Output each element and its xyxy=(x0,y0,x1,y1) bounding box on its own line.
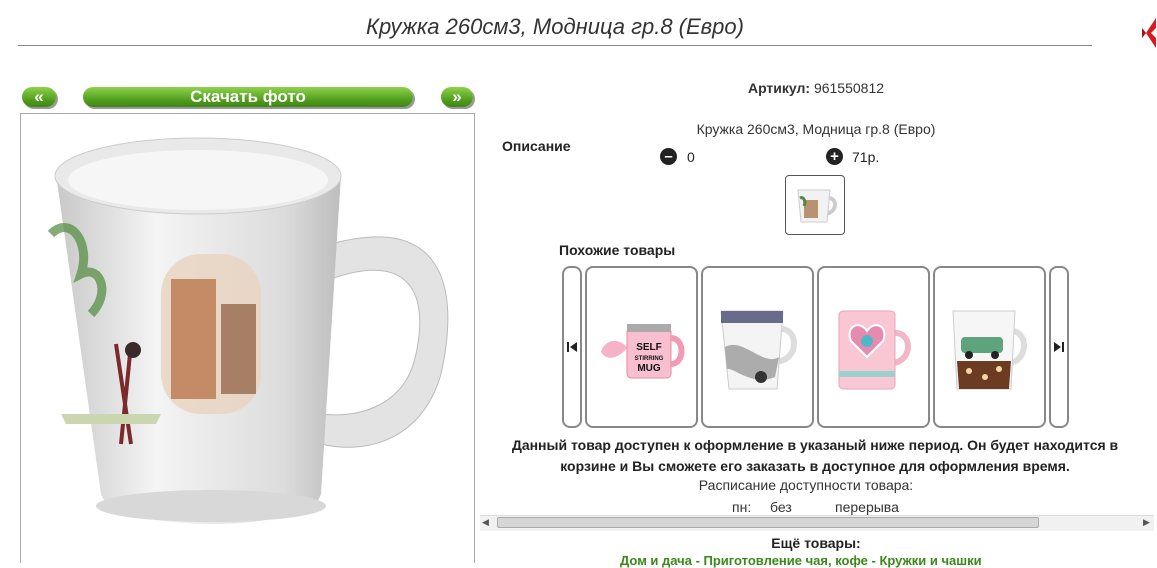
similar-card-heart-mug[interactable] xyxy=(817,266,930,428)
mug-print-text: SELF xyxy=(636,342,662,353)
minus-circle-icon[interactable]: – xyxy=(660,148,677,165)
more-products-title: Ещё товары: xyxy=(771,535,861,551)
schedule-to: перерыва xyxy=(835,499,899,515)
product-photo xyxy=(20,113,475,563)
schedule-title: Расписание доступности товара: xyxy=(698,477,914,493)
scrollbar-thumb[interactable] xyxy=(497,517,1039,528)
next-photo-button[interactable]: » xyxy=(441,87,473,107)
plus-circle-icon[interactable]: + xyxy=(826,148,843,165)
svg-text:MUG: MUG xyxy=(637,363,661,374)
quantity-stepper: – 0 xyxy=(660,148,695,165)
similar-card-car-mug[interactable] xyxy=(933,266,1046,428)
quantity-value: 0 xyxy=(687,148,695,165)
similar-card-fashion-mug[interactable] xyxy=(701,266,814,428)
product-thumbnail[interactable] xyxy=(785,175,845,235)
svg-text:STIRRING: STIRRING xyxy=(634,356,663,362)
schedule-day: пн: xyxy=(732,499,752,515)
scroll-right-icon[interactable]: ▶ xyxy=(1143,517,1150,528)
scroll-left-icon[interactable]: ◀ xyxy=(482,517,489,528)
notice-line-1: Данный товар доступен к оформление в ука… xyxy=(511,437,1119,453)
article-value: 961550812 xyxy=(813,80,885,96)
diamond-icon[interactable] xyxy=(1142,18,1156,48)
description-label: Описание xyxy=(502,138,571,154)
price-value: 71р. xyxy=(852,148,880,165)
first-arrow-icon[interactable] xyxy=(562,266,582,428)
download-photo-button[interactable]: Скачать фото xyxy=(83,87,413,107)
article-line: Артикул: 961550812 xyxy=(480,80,1152,96)
title-divider xyxy=(18,45,1092,46)
prev-photo-button[interactable]: « xyxy=(22,87,56,107)
schedule-from: без xyxy=(770,499,792,515)
page-title: Кружка 260см3, Модница гр.8 (Евро) xyxy=(366,14,744,39)
description-text: Кружка 260см3, Модница гр.8 (Евро) xyxy=(696,121,936,137)
price-block: + 71р. xyxy=(826,148,879,165)
similar-products-title: Похожие товары xyxy=(559,242,676,258)
last-arrow-icon[interactable] xyxy=(1049,266,1069,428)
availability-notice: Данный товар доступен к оформление в ука… xyxy=(495,435,1135,477)
article-label: Артикул: xyxy=(747,80,811,96)
similar-card-self-stirring-mug[interactable]: SELF STIRRING MUG xyxy=(585,266,698,428)
notice-line-2: корзине и Вы сможете его заказать в дост… xyxy=(560,458,1070,474)
